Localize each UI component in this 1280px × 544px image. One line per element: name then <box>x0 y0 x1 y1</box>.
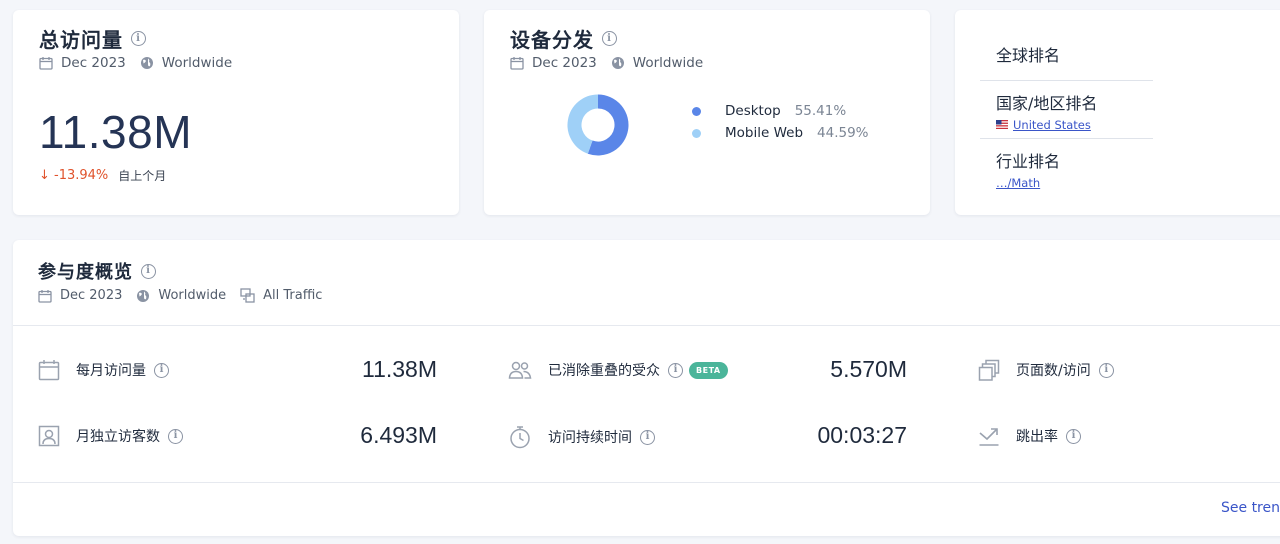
country-link[interactable]: United States <box>996 118 1091 132</box>
monthly-visits-label: 每月访问量 <box>76 363 146 379</box>
info-icon[interactable]: i <box>1098 362 1114 378</box>
legend-dot-mobile-web <box>692 128 701 138</box>
date-filter: Dec 2023 <box>39 55 126 71</box>
country-rank: 国家/地区排名 United States <box>980 81 1153 139</box>
device-title-text: 设备分发 <box>510 28 594 52</box>
global-rank-label: 全球排名 <box>996 46 1061 65</box>
info-icon[interactable]: i <box>602 31 617 46</box>
dedup-audience-label: 已消除重叠的受众 <box>548 363 660 379</box>
device-distribution-card: 设备分发 i Dec 2023 Worldwide Desktop 55.41%… <box>484 10 930 215</box>
audience-icon <box>508 361 532 379</box>
visits-change: ↓ -13.94% 自上个月 <box>39 167 433 184</box>
date-text: Dec 2023 <box>532 55 597 71</box>
date-filter: Dec 2023 <box>38 288 122 303</box>
legend-pct-mobile-web: 44.59% <box>817 125 869 141</box>
metric-unique-visitors: 月独立访客数 i <box>38 425 183 447</box>
device-body: Desktop 55.41% Mobile Web 44.59% <box>510 93 904 157</box>
us-flag-icon <box>996 120 1008 129</box>
metric-dedup-audience: 已消除重叠的受众 i BETA <box>508 359 728 381</box>
traffic-filter: All Traffic <box>240 288 322 303</box>
unique-visitors-label: 月独立访客数 <box>76 429 160 445</box>
region-filter: Worldwide <box>140 55 232 71</box>
metric-pages-per-visit: 页面数/访问 i <box>978 359 1114 381</box>
legend-label-mobile-web: Mobile Web <box>725 125 804 141</box>
industry-link[interactable]: …/Math <box>996 176 1040 190</box>
total-visits-title: 总访问量 i <box>39 24 433 53</box>
calendar-icon <box>38 289 52 303</box>
globe-icon <box>611 57 624 69</box>
engagement-overview-card: 参与度概览 i Dec 2023 Worldwide All Traffic 每… <box>13 240 1280 536</box>
info-icon[interactable]: i <box>668 362 683 378</box>
change-reference: 自上个月 <box>118 169 167 183</box>
donut-slice-mobile-web <box>567 94 599 154</box>
device-meta: Dec 2023 Worldwide <box>510 55 904 71</box>
region-text: Worldwide <box>632 55 704 71</box>
calendar-icon <box>39 57 53 70</box>
total-visits-card: 总访问量 i Dec 2023 Worldwide 11.38M ↓ -13.9… <box>13 10 459 215</box>
metric-monthly-visits: 每月访问量 i <box>38 359 169 381</box>
country-rank-label: 国家/地区排名 <box>996 94 1098 113</box>
legend-pct-desktop: 55.41% <box>794 103 847 119</box>
info-icon[interactable]: i <box>640 429 655 445</box>
region-filter: Worldwide <box>611 55 703 71</box>
device-legend: Desktop 55.41% Mobile Web 44.59% <box>692 103 869 147</box>
industry-rank-label: 行业排名 <box>996 152 1061 171</box>
legend-item-desktop: Desktop 55.41% <box>692 103 869 119</box>
engagement-title-text: 参与度概览 <box>38 262 133 283</box>
calendar-icon <box>510 57 524 70</box>
global-rank: 全球排名 <box>980 10 1153 81</box>
calendar-icon <box>38 360 60 381</box>
see-trend-link[interactable]: See trend <box>1221 500 1280 516</box>
metric-bounce-rate: 跳出率 i <box>978 425 1081 447</box>
change-percent: ↓ -13.94% <box>39 168 109 183</box>
globe-icon <box>137 289 150 302</box>
industry-rank: 行业排名 …/Math <box>980 139 1153 199</box>
device-donut-chart <box>567 94 629 156</box>
globe-icon <box>140 57 153 69</box>
engagement-title: 参与度概览 i <box>38 258 1278 284</box>
country-link-text: United States <box>1013 117 1091 132</box>
pages-icon <box>978 359 1000 381</box>
visit-duration-value: 00:03:27 <box>817 422 907 448</box>
monthly-visits-value: 11.38M <box>361 356 437 382</box>
traffic-text: All Traffic <box>263 288 323 303</box>
visitor-icon <box>38 425 60 447</box>
metric-visit-duration: 访问持续时间 i <box>508 425 655 449</box>
date-filter: Dec 2023 <box>510 55 597 71</box>
ranking-card: 全球排名 国家/地区排名 United States 行业排名 …/Math <box>955 10 1280 215</box>
info-icon[interactable]: i <box>131 31 146 46</box>
info-icon[interactable]: i <box>1066 428 1081 444</box>
unique-visitors-value: 6.493M <box>360 422 437 448</box>
stopwatch-icon <box>510 426 530 449</box>
engagement-meta: Dec 2023 Worldwide All Traffic <box>38 288 1278 303</box>
visit-duration-label: 访问持续时间 <box>548 430 632 446</box>
bounce-rate-label: 跳出率 <box>1016 429 1058 445</box>
info-icon[interactable]: i <box>168 428 183 444</box>
engagement-footer-divider <box>13 482 1280 483</box>
info-icon[interactable]: i <box>154 362 169 378</box>
date-text: Dec 2023 <box>61 55 126 71</box>
region-filter: Worldwide <box>136 288 226 303</box>
legend-dot-desktop <box>692 106 701 116</box>
legend-item-mobile-web: Mobile Web 44.59% <box>692 125 869 141</box>
total-visits-value: 11.38M <box>39 106 193 158</box>
pages-per-visit-label: 页面数/访问 <box>1016 363 1091 379</box>
engagement-header: 参与度概览 i Dec 2023 Worldwide All Traffic <box>13 240 1280 326</box>
beta-badge: BETA <box>689 361 728 379</box>
total-visits-title-text: 总访问量 <box>39 28 123 52</box>
dedup-audience-value: 5.570M <box>830 356 907 382</box>
region-text: Worldwide <box>158 288 227 303</box>
traffic-icon <box>240 288 255 303</box>
legend-label-desktop: Desktop <box>725 103 781 119</box>
region-text: Worldwide <box>161 55 233 71</box>
info-icon[interactable]: i <box>141 263 156 279</box>
device-distribution-title: 设备分发 i <box>510 24 904 53</box>
total-visits-meta: Dec 2023 Worldwide <box>39 55 433 71</box>
bounce-arrow-icon <box>979 428 999 446</box>
date-text: Dec 2023 <box>60 288 123 303</box>
